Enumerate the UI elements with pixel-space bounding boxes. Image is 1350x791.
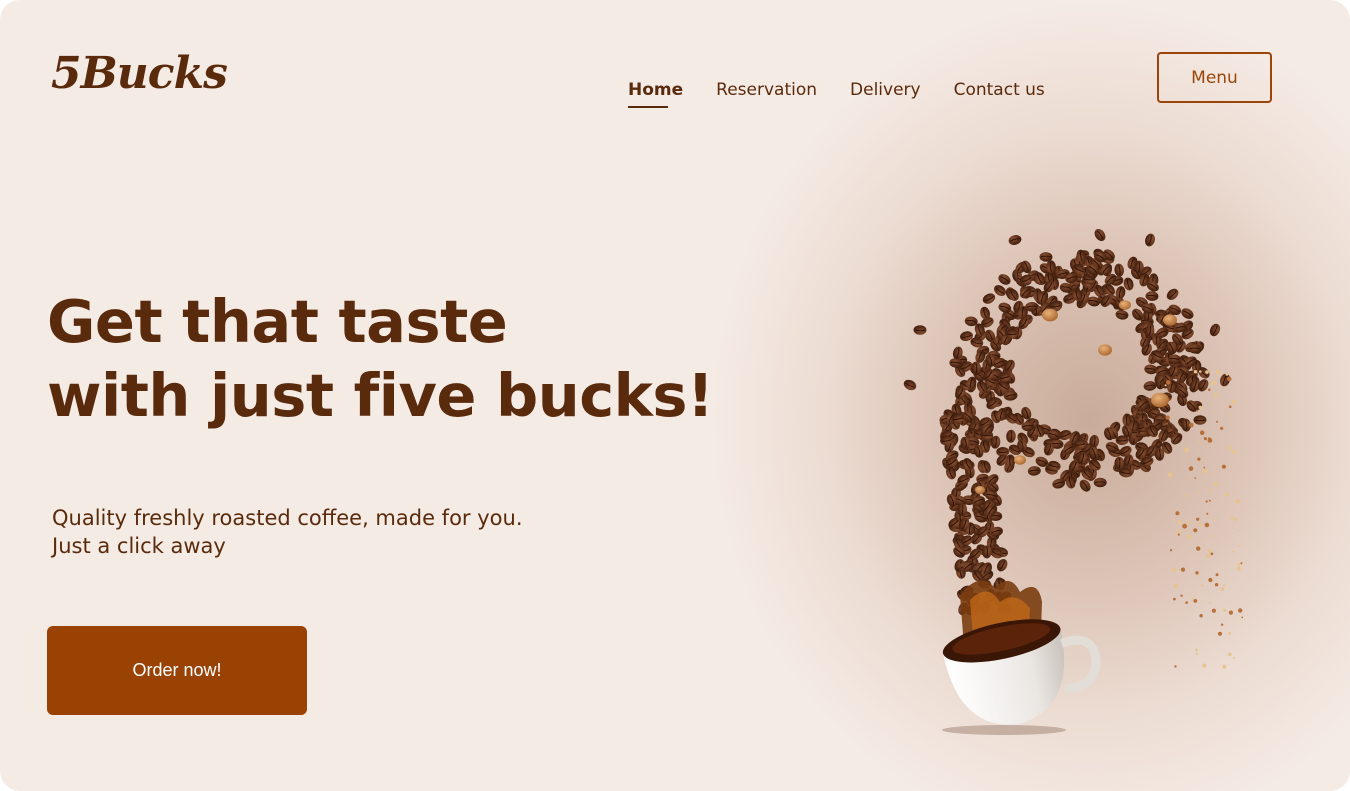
headline-line-2: with just five bucks! [47,361,714,430]
main-nav: Home Reservation Delivery Contact us [628,80,1045,108]
subtext-line-1: Quality freshly roasted coffee, made for… [52,506,523,530]
logo[interactable]: 5Bucks [51,48,228,99]
nav-link-contact-us[interactable]: Contact us [954,80,1045,106]
subtext-line-2: Just a click away [52,534,226,558]
headline-line-1: Get that taste [47,287,508,356]
order-now-button[interactable]: Order now! [47,626,307,715]
coffee-beans-cup-illustration [903,229,1244,735]
nav-link-home[interactable]: Home [628,80,683,108]
hero-headline: Get that taste with just five bucks! [47,285,714,433]
nav-link-reservation[interactable]: Reservation [716,80,817,106]
menu-button[interactable]: Menu [1157,52,1272,103]
hero-subtext: Quality freshly roasted coffee, made for… [52,504,523,560]
landing-page: 5Bucks Home Reservation Delivery Contact… [0,0,1350,791]
nav-link-delivery[interactable]: Delivery [850,80,921,106]
